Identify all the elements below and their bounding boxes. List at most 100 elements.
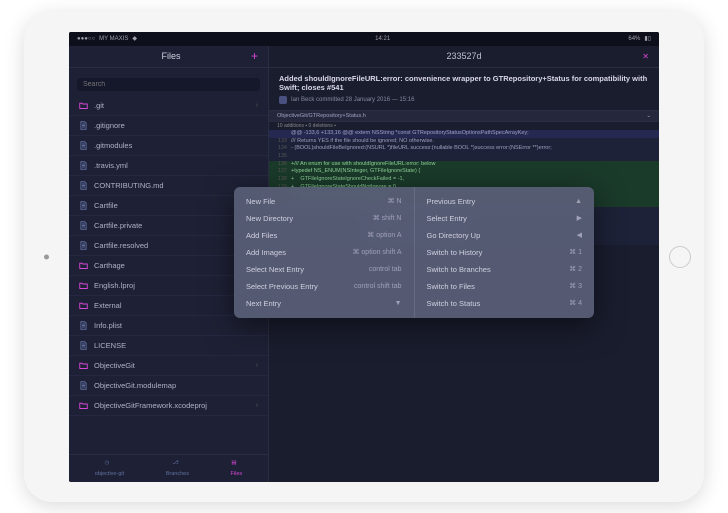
shortcut-item[interactable]: Switch to Files⌘ 3 [415, 278, 595, 295]
shortcut-item[interactable]: Switch to History⌘ 1 [415, 244, 595, 261]
file-icon [79, 341, 88, 350]
shortcut-item[interactable]: Switch to Branches⌘ 2 [415, 261, 595, 278]
code-text: + GTFileIgnoreStateIgnoreCheckFailed = -… [291, 176, 655, 184]
shortcut-item[interactable]: Switch to Status⌘ 4 [415, 295, 595, 312]
content-header: 233527d ✕ [269, 46, 659, 68]
file-row[interactable]: .gitmodules [69, 136, 268, 156]
shortcut-item[interactable]: Select Next Entrycontrol tab [234, 261, 414, 278]
line-number: 138 [273, 176, 291, 184]
file-name-label: ObjectiveGit [94, 361, 250, 370]
shortcut-item[interactable]: Previous Entry▲ [415, 193, 595, 210]
shortcut-key: ⌘ 4 [569, 299, 582, 307]
shortcut-key: ⌘ N [388, 197, 402, 205]
shortcut-key: ⌘ 1 [569, 248, 582, 256]
avatar [279, 96, 287, 104]
diff-line: 136+/// An enum for use with shouldIgnor… [269, 161, 659, 169]
diff-file-name: ObjectiveGit/GTRepository+Status.h [277, 113, 366, 119]
file-icon [79, 241, 88, 250]
file-name-label: External [94, 301, 250, 310]
shortcut-label: Switch to History [427, 248, 570, 257]
line-number: 134 [273, 145, 291, 153]
sidebar-title: Files [91, 51, 251, 61]
code-text: @@ -133,6 +133,16 @@ extern NSString *co… [291, 130, 655, 138]
file-name-label: LICENSE [94, 341, 258, 350]
file-row[interactable]: ObjectiveGit › [69, 356, 268, 376]
add-button[interactable]: + [251, 49, 258, 63]
tab-icon: ▤ [231, 460, 241, 470]
line-number: 133 [273, 138, 291, 146]
file-row[interactable]: Info.plist [69, 316, 268, 336]
shortcut-item[interactable]: Go Directory Up◀ [415, 227, 595, 244]
shortcut-label: Switch to Status [427, 299, 570, 308]
shortcut-key: ▲ [575, 198, 582, 205]
ipad-frame: ●●●○○ MY MAXIS ◆ 14:21 64% ▮▯ Files + [24, 12, 704, 502]
status-bar: ●●●○○ MY MAXIS ◆ 14:21 64% ▮▯ [69, 32, 659, 46]
clock: 14:21 [375, 36, 390, 42]
shortcut-key: ◀ [577, 231, 582, 239]
close-icon[interactable]: ✕ [642, 52, 649, 61]
shortcut-key: control tab [369, 266, 402, 273]
code-text: - (BOOL)shouldFileBeIgnored:(NSURL *)fil… [291, 145, 655, 153]
tab-label: Branches [166, 471, 189, 477]
search-input[interactable] [77, 78, 260, 91]
shortcut-label: Select Entry [427, 214, 577, 223]
shortcut-key: ▼ [395, 300, 402, 307]
shortcut-item[interactable]: Add Files⌘ option A [234, 227, 414, 244]
shortcut-item[interactable]: New File⌘ N [234, 193, 414, 210]
file-icon [79, 381, 88, 390]
shortcut-label: New Directory [246, 214, 373, 223]
tab-label: Files [231, 471, 243, 477]
chevron-right-icon: › [256, 362, 258, 369]
diff-line: 137+typedef NS_ENUM(NSInteger, GTFileIgn… [269, 168, 659, 176]
battery-icon: ▮▯ [644, 35, 651, 42]
diff-line: 134- (BOOL)shouldFileBeIgnored:(NSURL *)… [269, 145, 659, 153]
diff-file-header[interactable]: ObjectiveGit/GTRepository+Status.h ⌄ [269, 111, 659, 122]
commit-info: Added shouldIgnoreFileURL:error: conveni… [269, 68, 659, 112]
folder-icon [79, 301, 88, 310]
shortcut-label: New File [246, 197, 388, 206]
line-number: 135 [273, 153, 291, 161]
shortcut-item[interactable]: New Directory⌘ shift N [234, 210, 414, 227]
sidebar-header: Files + [69, 46, 268, 68]
search-container [69, 68, 268, 96]
toolbar-tab[interactable]: ◷objective-git [95, 460, 124, 477]
file-icon [79, 181, 88, 190]
shortcut-label: Add Files [246, 231, 367, 240]
tab-icon: ⎇ [172, 460, 182, 470]
shortcut-label: Next Entry [246, 299, 395, 308]
home-button[interactable] [669, 246, 691, 268]
diff-line: 135 [269, 153, 659, 161]
file-row[interactable]: .git› [69, 96, 268, 116]
shortcut-key: ▶ [577, 214, 582, 222]
shortcut-key: control shift tab [354, 283, 401, 290]
code-text: +typedef NS_ENUM(NSInteger, GTFileIgnore… [291, 168, 655, 176]
shortcut-label: Previous Entry [427, 197, 576, 206]
chevron-right-icon: › [256, 102, 258, 109]
commit-title: Added shouldIgnoreFileURL:error: conveni… [279, 74, 649, 94]
shortcut-item[interactable]: Select Previous Entrycontrol shift tab [234, 278, 414, 295]
code-text [291, 153, 655, 161]
tab-label: objective-git [95, 471, 124, 477]
folder-icon [79, 281, 88, 290]
signal-icon: ●●●○○ [77, 36, 95, 42]
folder-icon [79, 401, 88, 410]
line-number [273, 130, 291, 138]
shortcut-label: Switch to Branches [427, 265, 570, 274]
shortcut-item[interactable]: Select Entry▶ [415, 210, 595, 227]
commit-meta: Ian Beck committed 28 January 2016 — 15:… [279, 96, 649, 104]
shortcut-key: ⌘ option shift A [352, 248, 401, 256]
toolbar-tab[interactable]: ▤Files [231, 460, 243, 477]
file-row[interactable]: ObjectiveGitFramework.xcodeproj› [69, 396, 268, 416]
shortcut-item[interactable]: Add Images⌘ option shift A [234, 244, 414, 261]
shortcut-item[interactable]: Next Entry▼ [234, 295, 414, 312]
toolbar-tab[interactable]: ⎇Branches [166, 460, 189, 477]
file-name-label: Carthage [94, 261, 250, 270]
file-name-label: ObjectiveGitFramework.xcodeproj [94, 401, 250, 410]
file-row[interactable]: ObjectiveGit.modulemap [69, 376, 268, 396]
file-row[interactable]: .gitignore [69, 116, 268, 136]
file-row[interactable]: LICENSE [69, 336, 268, 356]
overlay-left-column: New File⌘ NNew Directory⌘ shift NAdd Fil… [234, 187, 415, 318]
file-row[interactable]: .travis.yml [69, 156, 268, 176]
diff-stat: 10 additions ▪ 0 deletions ▪ [269, 122, 659, 130]
bottom-toolbar: ◷objective-git ⎇Branches ▤Files [69, 454, 268, 482]
